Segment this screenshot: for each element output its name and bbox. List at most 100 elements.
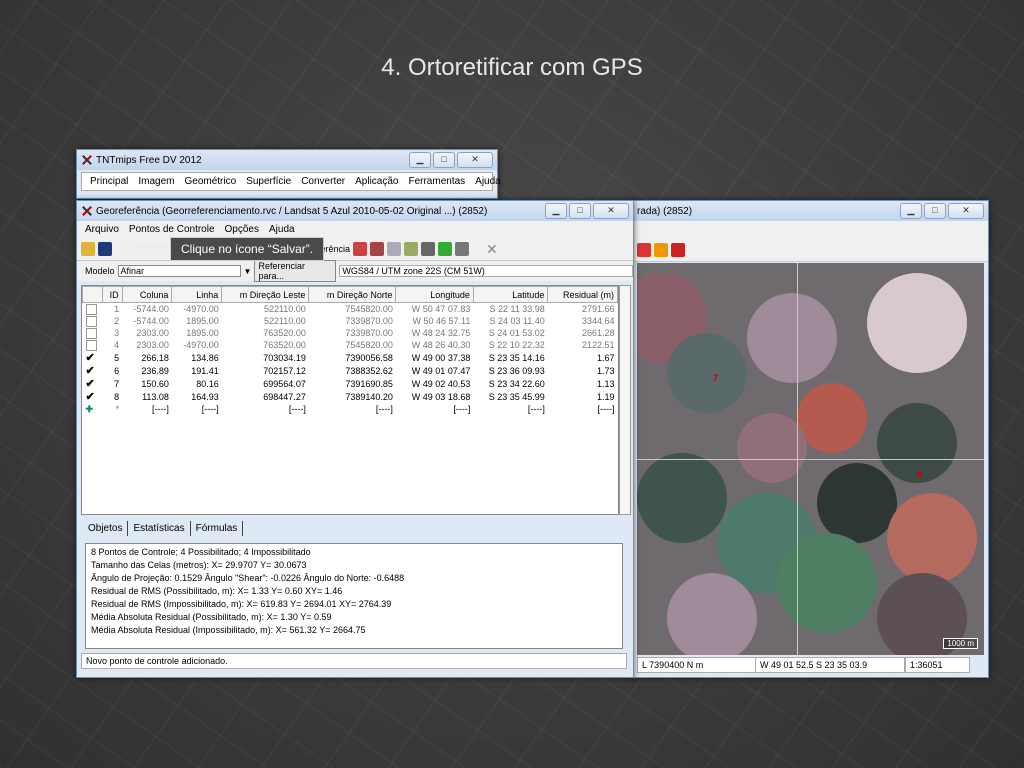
ref-close-button[interactable]: ✕ (948, 203, 984, 219)
add-point-icon[interactable]: ✚ (83, 403, 103, 415)
field (637, 453, 727, 543)
geo-menu-item[interactable]: Opções (225, 224, 259, 235)
new-row-cell[interactable]: [----] (172, 403, 222, 415)
ref-maximize-button[interactable]: □ (924, 203, 946, 219)
georeference-window-titlebar[interactable]: Georeferência (Georreferenciamento.rvc /… (77, 201, 633, 221)
main-window-titlebar[interactable]: TNTmips Free DV 2012 ▁ □ ✕ (77, 150, 497, 170)
cell-n: 7389140.20 (345, 391, 393, 402)
print-icon[interactable] (455, 242, 470, 256)
pan-icon[interactable] (654, 243, 668, 257)
new-row-cell[interactable]: [----] (122, 403, 172, 415)
geo-menu-item[interactable]: Arquivo (85, 224, 119, 235)
column-header[interactable]: Coluna (121, 286, 173, 303)
main-menu-item[interactable]: Geométrico (184, 176, 236, 187)
geo-maximize-button[interactable]: □ (569, 203, 591, 219)
column-header[interactable]: m Direção Norte (308, 286, 397, 303)
row-checkbox[interactable]: ✔ (83, 390, 103, 403)
column-header[interactable]: Latitude (472, 286, 549, 303)
main-menu-item[interactable]: Imagem (138, 176, 174, 187)
table-row[interactable]: 3 2303.00 1895.00 763520.00 7339870.00 W 48 2… (83, 327, 618, 339)
table-row[interactable]: ✔ 7 150.60 80.16 699564.07 7391690.85 W 49 02 … (83, 377, 618, 390)
stat-line: Média Absoluta Residual (Impossibilitado… (91, 625, 366, 635)
cell-n: 7388352.62 (345, 365, 393, 376)
new-row-cell[interactable]: [----] (548, 403, 618, 415)
close-button[interactable]: ✕ (457, 152, 493, 168)
arrow-tool-icon[interactable] (387, 242, 402, 256)
tab-0[interactable]: Objetos (83, 521, 129, 536)
point-tool-icon[interactable] (370, 242, 385, 256)
cell-id: 7 (114, 378, 120, 389)
table-row[interactable]: 4 2303.00 -4970.00 763520.00 7545820.00 W 48 … (83, 339, 618, 351)
new-row-cell[interactable]: [----] (222, 403, 309, 415)
tag-icon[interactable] (421, 242, 436, 256)
ref-minimize-button[interactable]: ▁ (900, 203, 922, 219)
field (797, 383, 867, 453)
ref-icon[interactable] (353, 242, 368, 256)
table-row[interactable]: ✔ 5 266.18 134.86 703034.19 7390056.58 W 49 00… (83, 351, 618, 364)
geo-menu-item[interactable]: Ajuda (269, 224, 295, 235)
geo-minimize-button[interactable]: ▁ (545, 203, 567, 219)
column-header[interactable]: Longitude (395, 286, 474, 303)
reference-image-view[interactable]: 7 8 1000 m (637, 263, 984, 655)
row-checkbox[interactable] (83, 303, 103, 316)
new-row-cell[interactable]: [----] (473, 403, 547, 415)
control-point-marker-8[interactable]: 8 (917, 469, 922, 479)
column-header[interactable]: ID (102, 286, 123, 303)
row-checkbox[interactable]: ✔ (83, 377, 103, 390)
main-menu-item[interactable]: Superfície (246, 176, 291, 187)
model-select[interactable]: Afinar (117, 265, 241, 277)
main-menu-item[interactable]: Principal (90, 176, 128, 187)
geo-close-button[interactable]: ✕ (593, 203, 629, 219)
new-row[interactable]: ✚ * [----] [----] [----] [----] [----] [----] [-… (83, 403, 618, 415)
cell-res: 1.13 (596, 378, 615, 389)
table-row[interactable]: 1 -5744.00 -4970.00 522110.00 7545820.00 W 50… (83, 303, 618, 316)
crs-field: WGS84 / UTM zone 22S (CM 51W) (339, 265, 633, 277)
tab-2[interactable]: Fórmulas (191, 521, 244, 536)
ref-to-button[interactable]: Referenciar para... (254, 260, 337, 282)
new-row-cell[interactable]: [----] (309, 403, 396, 415)
main-menu-item[interactable]: Ajuda (475, 176, 501, 187)
cell-col: 150.60 (141, 378, 169, 389)
table-row[interactable]: 2 -5744.00 1895.00 522110.00 7339870.00 W 50 … (83, 315, 618, 327)
add-point-icon[interactable] (671, 243, 685, 257)
control-point-marker-7[interactable]: 7 (713, 373, 718, 383)
column-header[interactable]: m Direção Leste (221, 286, 310, 303)
table-row[interactable]: ✔ 6 236.89 191.41 702157.12 7388352.62 W 49 01… (83, 364, 618, 377)
tab-1[interactable]: Estatísticas (128, 521, 191, 536)
cell-lin: 1895.00 (186, 328, 219, 338)
save-icon[interactable] (98, 242, 112, 256)
main-menu-item[interactable]: Ferramentas (408, 176, 465, 187)
delete-icon[interactable]: ✕ (486, 241, 498, 258)
cell-n: 7339870.00 (345, 316, 393, 326)
cell-e: 522110.00 (263, 316, 306, 326)
row-checkbox[interactable] (83, 315, 103, 327)
table-row[interactable]: ✔ 8 113.08 164.93 698447.27 7389140.20 W 49 03… (83, 390, 618, 403)
geo-menu-item[interactable]: Pontos de Controle (129, 224, 215, 235)
cell-n: 7545820.00 (345, 304, 393, 314)
new-row-cell[interactable]: [----] (396, 403, 473, 415)
grid-tool-icon[interactable] (404, 242, 419, 256)
column-header[interactable]: Linha (171, 286, 223, 303)
control-points-table: ID Coluna Linha m Direção Leste m Direção No… (81, 285, 619, 515)
column-header[interactable]: Residual (m) (547, 286, 618, 303)
main-menu-item[interactable]: Converter (301, 176, 345, 187)
model-label: Modelo (85, 266, 115, 276)
cell-lin: 134.86 (191, 352, 219, 363)
main-menu-item[interactable]: Aplicação (355, 176, 398, 187)
chart-icon[interactable] (438, 242, 453, 256)
scalebar: 1000 m (943, 638, 978, 649)
row-checkbox[interactable]: ✔ (83, 351, 103, 364)
field (887, 493, 977, 583)
chevron-down-icon[interactable]: ▼ (244, 267, 252, 276)
maximize-button[interactable]: □ (433, 152, 455, 168)
reference-window-titlebar[interactable]: rada) (2852) ▁ □ ✕ (633, 201, 988, 221)
cell-lon: W 49 02 40.53 (411, 378, 471, 389)
row-checkbox[interactable]: ✔ (83, 364, 103, 377)
row-checkbox[interactable] (83, 327, 103, 339)
vertical-scrollbar[interactable] (619, 285, 631, 515)
open-folder-icon[interactable] (81, 242, 95, 256)
checkbox-header (81, 286, 104, 303)
minimize-button[interactable]: ▁ (409, 152, 431, 168)
row-checkbox[interactable] (83, 339, 103, 351)
zoom-icon[interactable] (637, 243, 651, 257)
